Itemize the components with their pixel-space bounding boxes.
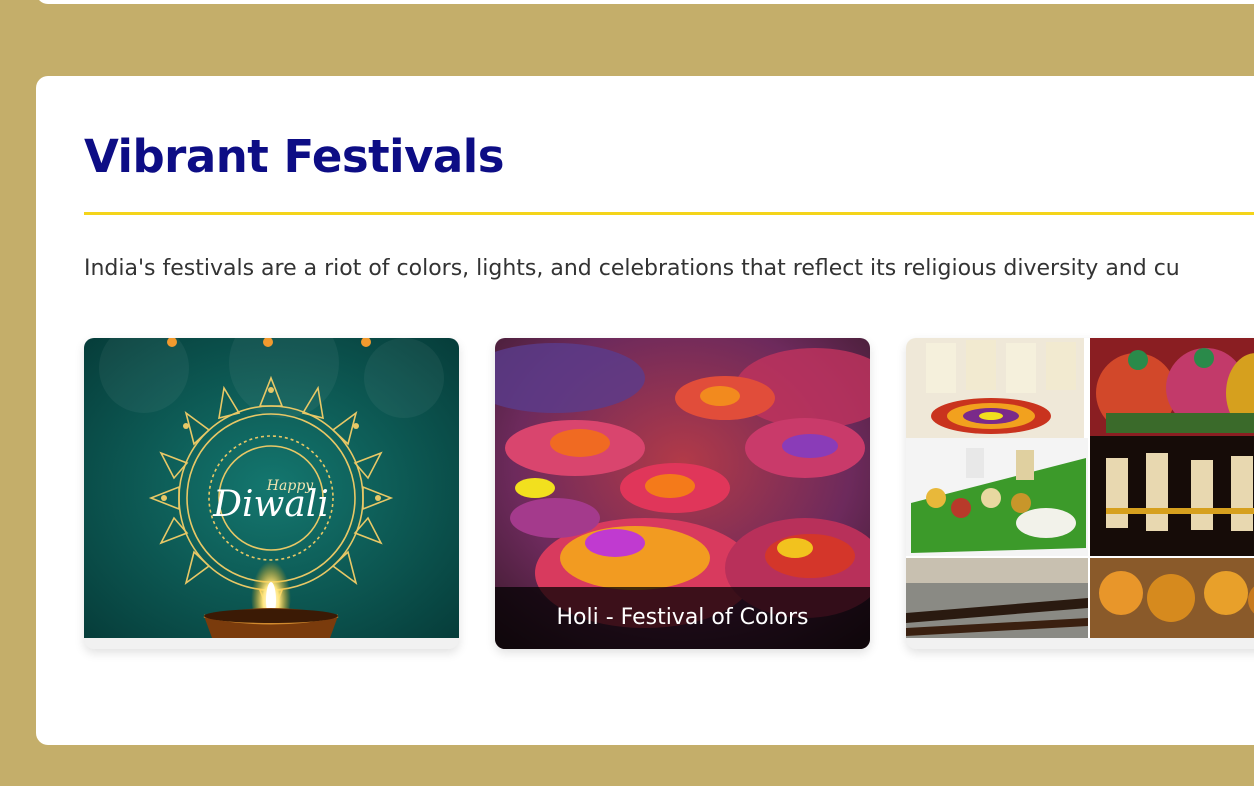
onam-collage-image bbox=[906, 338, 1254, 638]
section-title: Vibrant Festivals bbox=[84, 130, 505, 183]
festival-card-onam[interactable] bbox=[906, 338, 1254, 649]
title-underline bbox=[84, 212, 1254, 215]
card-caption: Holi - Festival of Colors bbox=[495, 587, 870, 649]
festival-card-holi[interactable]: Holi - Festival of Colors bbox=[495, 338, 870, 649]
diwali-image-large-text: Diwali bbox=[212, 484, 329, 525]
festival-card-diwali[interactable]: Happy Diwali bbox=[84, 338, 459, 649]
festivals-section: Vibrant Festivals India's festivals are … bbox=[36, 76, 1254, 745]
section-description: India's festivals are a riot of colors, … bbox=[84, 256, 1180, 281]
previous-section-edge bbox=[36, 0, 1254, 4]
diwali-image: Happy Diwali bbox=[84, 338, 459, 638]
